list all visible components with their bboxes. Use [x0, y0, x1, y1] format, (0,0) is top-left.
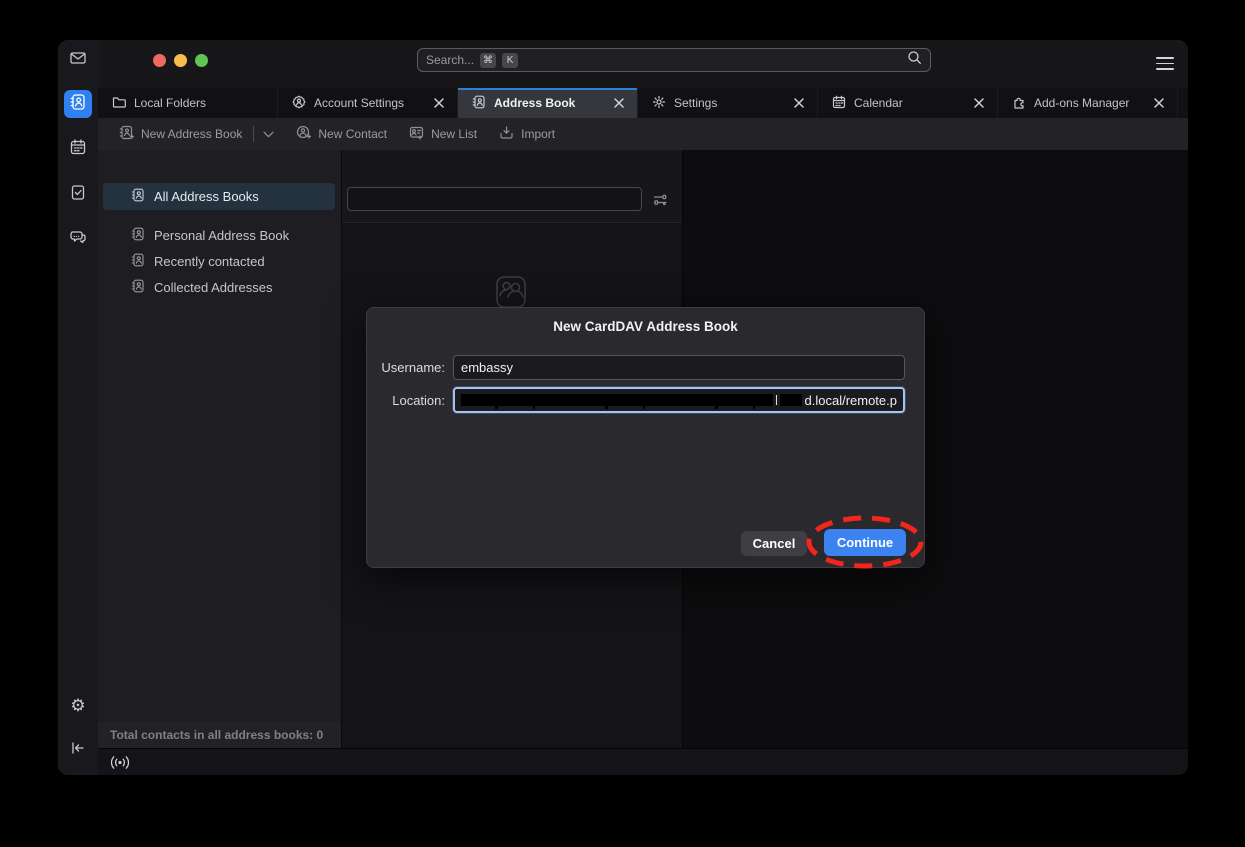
spaces-toolbar: ⚙	[58, 40, 98, 775]
tab-label: Address Book	[494, 96, 603, 110]
location-field[interactable]: d.local/remote.p	[453, 387, 905, 413]
dialog-title: New CardDAV Address Book	[367, 319, 924, 334]
address-book-icon	[131, 253, 145, 270]
redaction-gap-tick	[776, 395, 777, 405]
new-contact-button[interactable]: New Contact	[287, 121, 396, 147]
tab-bar: Local Folders Account Settings Address B…	[98, 88, 1188, 118]
address-book-list-pane: All Address Books Personal Address Book …	[98, 150, 342, 722]
username-field[interactable]	[453, 355, 905, 380]
close-tab-icon[interactable]	[971, 95, 987, 111]
tab-label: Local Folders	[134, 96, 267, 110]
search-icon	[907, 50, 922, 70]
import-icon	[499, 125, 514, 143]
tab-address-book[interactable]: Address Book	[458, 88, 638, 118]
import-button[interactable]: Import	[490, 121, 564, 147]
thunderbird-window: ⚙ Search... ⌘ K Local Folders	[58, 40, 1188, 775]
collapse-icon	[70, 741, 86, 760]
titlebar: Search... ⌘ K	[98, 40, 1188, 88]
status-bar	[98, 748, 1188, 775]
display-options-icon[interactable]	[650, 190, 670, 210]
tab-label: Settings	[674, 96, 783, 110]
tab-addons-manager[interactable]: Add-ons Manager	[998, 88, 1178, 118]
username-label: Username:	[367, 360, 445, 375]
tab-calendar[interactable]: Calendar	[818, 88, 998, 118]
folder-item-label: Recently contacted	[154, 254, 265, 269]
global-search-input[interactable]: Search... ⌘ K	[417, 48, 931, 72]
cmd-keycap: ⌘	[480, 53, 496, 68]
address-book-icon	[69, 93, 87, 116]
continue-button[interactable]: Continue	[824, 529, 906, 556]
new-list-icon	[409, 125, 424, 143]
folder-icon	[112, 95, 126, 112]
location-label: Location:	[367, 393, 445, 408]
tasks-space-button[interactable]	[64, 180, 92, 208]
new-address-book-button[interactable]: New Address Book	[110, 121, 283, 147]
desktop: ⚙ Search... ⌘ K Local Folders	[0, 0, 1245, 847]
calendar-icon	[832, 95, 846, 112]
folder-item-recently-contacted[interactable]: Recently contacted	[103, 248, 335, 275]
address-book-icon	[472, 95, 486, 112]
tab-settings[interactable]: Settings	[638, 88, 818, 118]
folder-item-label: Personal Address Book	[154, 228, 289, 243]
collapse-spaces-button[interactable]	[64, 736, 92, 764]
mail-space-button[interactable]	[64, 46, 92, 74]
calendar-space-button[interactable]	[64, 135, 92, 163]
address-book-toolbar: New Address Book New Contact New List Im…	[98, 118, 1188, 150]
contacts-count-text: Total contacts in all address books: 0	[110, 728, 323, 742]
close-tab-icon[interactable]	[791, 95, 807, 111]
redaction-bar	[780, 394, 802, 406]
toolbar-button-label: New Contact	[318, 127, 387, 141]
toolbar-button-label: New List	[431, 127, 477, 141]
minimize-window-button[interactable]	[174, 54, 187, 67]
new-carddav-dialog: New CardDAV Address Book Username: Locat…	[366, 307, 925, 568]
close-tab-icon[interactable]	[431, 95, 447, 111]
tab-label: Add-ons Manager	[1034, 96, 1143, 110]
app-menu-button[interactable]	[1156, 57, 1174, 70]
tab-local-folders[interactable]: Local Folders	[98, 88, 278, 118]
search-placeholder: Search...	[426, 53, 474, 67]
new-contact-icon	[296, 125, 311, 143]
tab-label: Calendar	[854, 96, 963, 110]
mail-icon	[69, 49, 87, 72]
address-book-space-button[interactable]	[64, 90, 92, 118]
offline-indicator-icon[interactable]	[110, 755, 130, 775]
folder-item-label: All Address Books	[154, 189, 259, 204]
location-visible-text: d.local/remote.p	[805, 393, 898, 408]
folder-item-label: Collected Addresses	[154, 280, 273, 295]
address-book-icon	[131, 188, 145, 205]
cancel-button[interactable]: Cancel	[741, 531, 807, 556]
folder-item-all-address-books[interactable]: All Address Books	[103, 183, 335, 210]
address-book-icon	[131, 227, 145, 244]
tasks-icon	[69, 183, 87, 206]
toolbar-button-label: New Address Book	[141, 127, 242, 141]
gear-icon	[652, 95, 666, 112]
k-keycap: K	[502, 53, 518, 68]
address-book-icon	[131, 279, 145, 296]
folder-item-personal-address-book[interactable]: Personal Address Book	[103, 222, 335, 249]
contacts-count-footer: Total contacts in all address books: 0	[98, 722, 342, 748]
tab-account-settings[interactable]: Account Settings	[278, 88, 458, 118]
calendar-icon	[69, 138, 87, 161]
redaction-bar	[461, 394, 773, 406]
close-tab-icon[interactable]	[1151, 95, 1167, 111]
new-list-button[interactable]: New List	[400, 121, 486, 147]
close-window-button[interactable]	[153, 54, 166, 67]
gear-icon: ⚙	[70, 697, 85, 714]
new-address-book-icon	[119, 125, 134, 143]
split-button-divider	[253, 126, 254, 142]
account-icon	[292, 95, 306, 112]
contacts-search-input[interactable]	[347, 187, 642, 211]
chat-icon	[69, 228, 87, 251]
close-tab-icon[interactable]	[611, 95, 627, 111]
chevron-down-icon[interactable]	[263, 127, 274, 141]
zoom-window-button[interactable]	[195, 54, 208, 67]
settings-space-button[interactable]: ⚙	[64, 691, 92, 719]
chat-space-button[interactable]	[64, 225, 92, 253]
puzzle-icon	[1012, 95, 1026, 112]
folder-item-collected-addresses[interactable]: Collected Addresses	[103, 274, 335, 301]
toolbar-button-label: Import	[521, 127, 555, 141]
tab-label: Account Settings	[314, 96, 423, 110]
